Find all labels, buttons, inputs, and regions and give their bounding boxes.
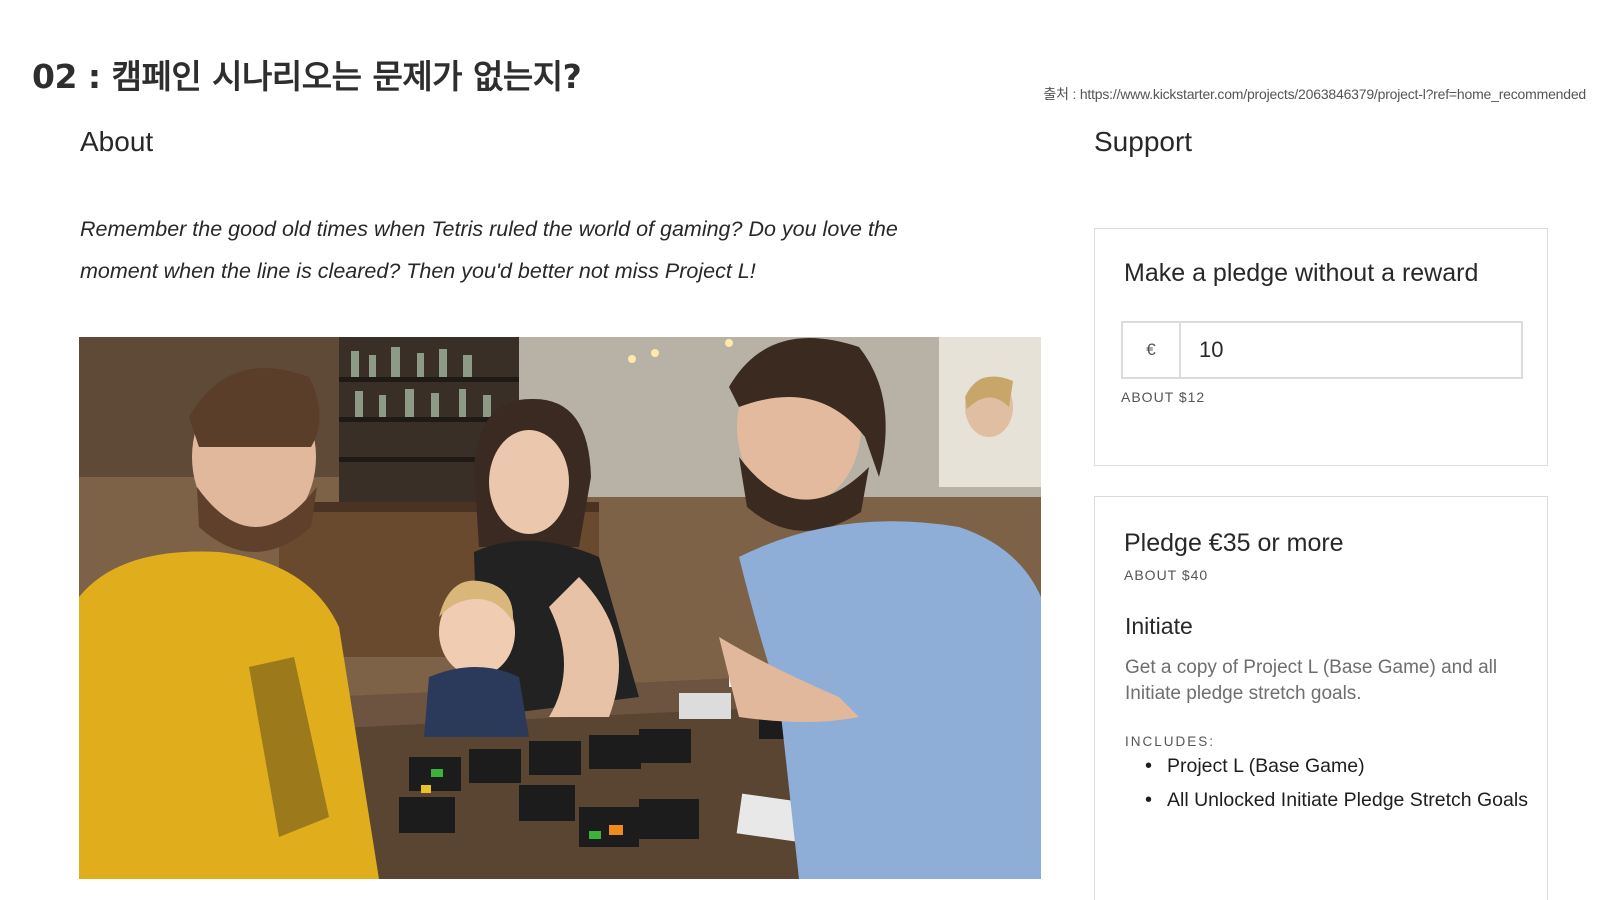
slide-title: 02 : 캠페인 시나리오는 문제가 없는지? [32, 57, 582, 96]
about-intro: Remember the good old times when Tetris … [80, 217, 898, 283]
support-heading: Support [1094, 126, 1193, 157]
includes-label: INCLUDES: [1125, 734, 1216, 749]
no-reward-approx: ABOUT $12 [1121, 389, 1206, 405]
pledge-amount-input[interactable] [1181, 323, 1521, 377]
pledge-amount-group: € [1121, 321, 1523, 379]
pledge-tier-card[interactable]: Pledge €35 or more ABOUT $40 Initiate Ge… [1094, 496, 1548, 900]
no-reward-title: Make a pledge without a reward [1124, 259, 1479, 287]
includes-list: Project L (Base Game) All Unlocked Initi… [1125, 749, 1535, 817]
source-url: 출처 : https://www.kickstarter.com/project… [1043, 86, 1586, 102]
tier-title: Pledge €35 or more [1124, 529, 1344, 557]
pledge-no-reward-card[interactable]: Make a pledge without a reward € ABOUT $… [1094, 228, 1548, 466]
list-item: All Unlocked Initiate Pledge Stretch Goa… [1145, 783, 1535, 817]
tier-name: Initiate [1125, 613, 1193, 639]
list-item: Project L (Base Game) [1145, 749, 1535, 783]
tier-approx: ABOUT $40 [1124, 567, 1209, 583]
currency-symbol: € [1123, 323, 1181, 377]
tier-description: Get a copy of Project L (Base Game) and … [1125, 657, 1498, 704]
project-photo [79, 337, 1041, 879]
about-heading: About [80, 126, 154, 157]
